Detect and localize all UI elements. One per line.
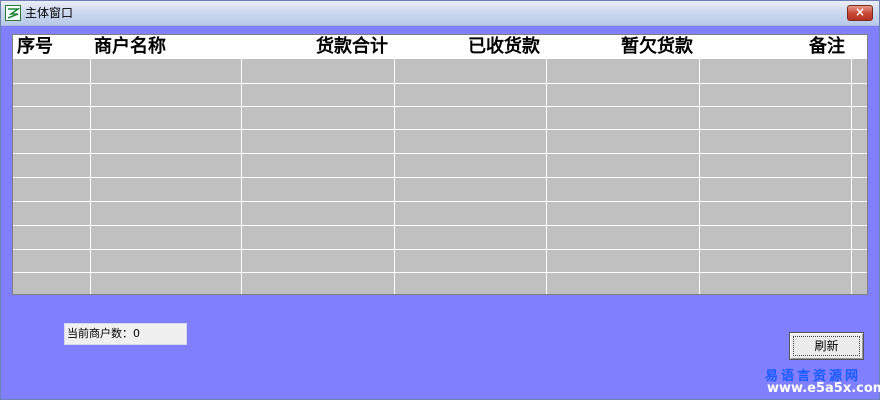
watermark-url: www.e5a5x.com: [767, 381, 880, 396]
app-icon: [5, 5, 21, 21]
column-header-outstanding-payment[interactable]: 暂欠货款: [546, 35, 699, 59]
close-button[interactable]: ×: [847, 5, 873, 21]
main-window: 主体窗口 × 序号 商户名称 货款合计 已收货款 暂欠货款 备注 当前商户数：0…: [0, 0, 880, 400]
refresh-button[interactable]: 刷新: [789, 332, 864, 360]
merchant-count-panel: 当前商户数：0: [64, 323, 187, 345]
column-header-remarks[interactable]: 备注: [699, 35, 851, 59]
table-header: 序号 商户名称 货款合计 已收货款 暂欠货款 备注: [13, 35, 867, 59]
merchant-table[interactable]: 序号 商户名称 货款合计 已收货款 暂欠货款 备注: [12, 34, 868, 295]
column-header-index[interactable]: 序号: [13, 35, 90, 59]
column-header-total-payment[interactable]: 货款合计: [241, 35, 394, 59]
column-header-received-payment[interactable]: 已收货款: [394, 35, 546, 59]
close-icon: ×: [854, 5, 866, 19]
focus-rect: [793, 336, 860, 356]
merchant-count-label: 当前商户数：0: [67, 327, 140, 340]
column-header-merchant-name[interactable]: 商户名称: [90, 35, 241, 59]
title-bar[interactable]: 主体窗口 ×: [1, 1, 879, 26]
window-title: 主体窗口: [25, 6, 74, 20]
table-gridlines: [13, 35, 867, 294]
